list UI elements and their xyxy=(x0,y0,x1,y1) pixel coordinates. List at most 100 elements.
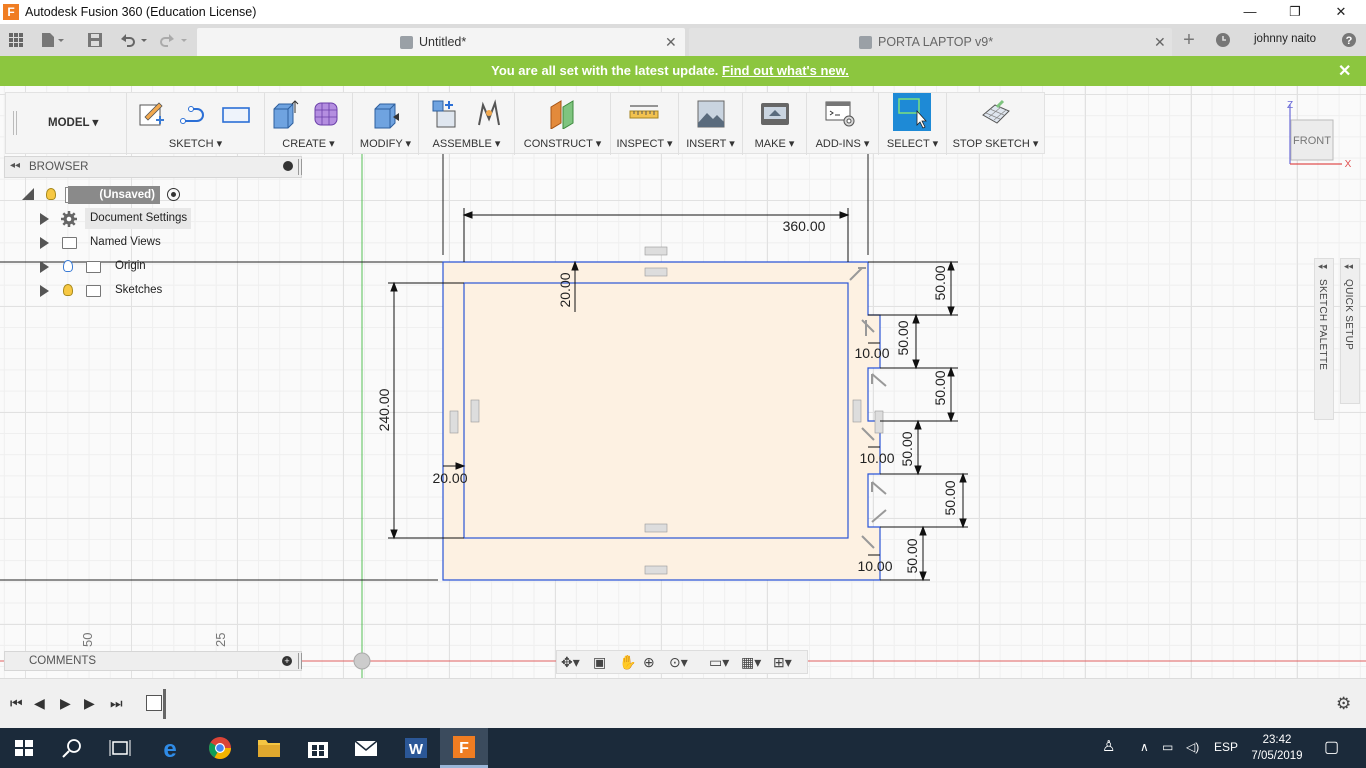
look-at-icon[interactable]: ▣ xyxy=(593,654,606,671)
dim-width-label[interactable]: 360.00 xyxy=(783,218,826,234)
construct-menu[interactable]: CONSTRUCT ▾ xyxy=(515,137,610,150)
tree-root[interactable]: (Unsaved) xyxy=(4,183,302,207)
select-menu[interactable]: SELECT ▾ xyxy=(879,137,946,150)
dimension-right-chain[interactable] xyxy=(868,260,968,582)
workspace-switcher[interactable]: MODEL ▾ xyxy=(48,115,98,129)
sketch-menu[interactable]: SKETCH ▾ xyxy=(127,137,264,150)
toolbar-grip[interactable] xyxy=(13,111,17,135)
comments-panel[interactable]: COMMENTS + xyxy=(4,651,302,671)
expand-arrow-icon[interactable] xyxy=(40,237,49,249)
timeline-settings-icon[interactable]: ⚙ xyxy=(1336,694,1351,714)
select-tool-highlight[interactable] xyxy=(893,93,931,131)
redo-icon[interactable] xyxy=(160,32,192,48)
collapse-browser-icon[interactable]: ◂◂ xyxy=(10,160,20,171)
create-menu[interactable]: CREATE ▾ xyxy=(265,137,352,150)
chrome-icon[interactable] xyxy=(196,728,244,768)
undo-icon[interactable] xyxy=(118,32,150,48)
windows-start-button[interactable] xyxy=(0,728,48,768)
save-icon[interactable] xyxy=(86,32,104,48)
search-icon[interactable] xyxy=(48,728,96,768)
expand-arrow-icon[interactable] xyxy=(40,285,49,297)
close-window-button[interactable]: ✕ xyxy=(1318,0,1364,24)
file-menu-icon[interactable] xyxy=(40,32,64,48)
line-tool-icon[interactable] xyxy=(179,99,209,129)
sketch-feature-icon[interactable] xyxy=(146,695,162,711)
scripts-addins-icon[interactable] xyxy=(825,99,855,129)
file-explorer-icon[interactable] xyxy=(244,728,292,768)
tree-item-named-views[interactable]: Named Views xyxy=(4,231,302,255)
clock[interactable]: 23:42 7/05/2019 xyxy=(1246,732,1308,764)
viewports-icon[interactable]: ⊞▾ xyxy=(773,654,792,671)
pan-icon[interactable]: ✋ xyxy=(619,654,636,671)
go-to-start-icon[interactable]: ⏮ xyxy=(10,695,23,712)
create-sketch-icon[interactable] xyxy=(137,99,167,129)
assemble-menu[interactable]: ASSEMBLE ▾ xyxy=(419,137,514,150)
visibility-bulb-icon[interactable] xyxy=(63,284,73,296)
press-pull-icon[interactable] xyxy=(371,99,401,129)
inspect-menu[interactable]: INSPECT ▾ xyxy=(611,137,678,150)
expand-arrow-icon[interactable] xyxy=(40,213,49,225)
dim-right-f-label[interactable]: 50.00 xyxy=(904,538,920,573)
extrude-icon[interactable] xyxy=(269,99,299,129)
close-banner-icon[interactable]: ✕ xyxy=(1338,61,1351,81)
store-icon[interactable] xyxy=(294,728,342,768)
dim-right-e-label[interactable]: 50.00 xyxy=(942,480,958,515)
close-tab-icon[interactable]: ✕ xyxy=(1154,34,1166,51)
expand-palette-icon[interactable]: ◂◂ xyxy=(1318,261,1327,272)
timeline-marker[interactable] xyxy=(163,689,166,719)
fusion-taskbar-icon[interactable]: F xyxy=(440,728,488,768)
browser-resize-handle[interactable] xyxy=(298,159,302,175)
whats-new-link[interactable]: Find out what's new. xyxy=(722,63,849,78)
restore-button[interactable]: ❐ xyxy=(1272,0,1318,24)
play-icon[interactable]: ▶ xyxy=(60,695,71,712)
dim-right-a-label[interactable]: 50.00 xyxy=(932,265,948,300)
add-comment-icon[interactable]: + xyxy=(282,656,292,666)
comments-resize-handle[interactable] xyxy=(298,653,302,669)
help-icon[interactable]: ? xyxy=(1340,32,1358,48)
task-view-icon[interactable] xyxy=(96,728,144,768)
dim-right-c-label[interactable]: 50.00 xyxy=(932,370,948,405)
close-tab-icon[interactable]: ✕ xyxy=(665,34,677,51)
sketch-palette-panel[interactable]: ◂◂ SKETCH PALETTE xyxy=(1314,258,1334,420)
display-settings-icon[interactable]: ▭▾ xyxy=(709,654,729,671)
zoom-icon[interactable]: ⊕ xyxy=(643,654,655,671)
mail-icon[interactable] xyxy=(342,728,390,768)
inner-rectangle[interactable] xyxy=(463,282,849,539)
dim-tab-b-label[interactable]: 10.00 xyxy=(859,450,894,466)
root-label[interactable]: (Unsaved) xyxy=(68,186,160,204)
fit-icon[interactable]: ⊙▾ xyxy=(669,654,688,671)
modify-menu[interactable]: MODIFY ▾ xyxy=(353,137,418,150)
rectangle-tool-icon[interactable] xyxy=(221,99,251,129)
dim-top-offset-label[interactable]: 20.00 xyxy=(557,272,573,307)
volume-icon[interactable]: ◁) xyxy=(1186,740,1199,754)
minimize-button[interactable]: — xyxy=(1227,0,1273,24)
dim-right-b-label[interactable]: 50.00 xyxy=(895,320,911,355)
job-status-icon[interactable] xyxy=(1214,32,1232,48)
language-indicator[interactable]: ESP xyxy=(1214,740,1238,754)
expanded-arrow-icon[interactable] xyxy=(22,188,34,200)
browser-header[interactable]: ◂◂ BROWSER xyxy=(4,156,302,178)
network-icon[interactable]: ▭ xyxy=(1162,740,1173,754)
quick-setup-panel[interactable]: ◂◂ QUICK SETUP xyxy=(1340,258,1360,404)
app-grid-icon[interactable] xyxy=(7,32,25,48)
form-icon[interactable] xyxy=(311,99,341,129)
grid-settings-icon[interactable]: ▦▾ xyxy=(741,654,761,671)
tab-porta-laptop[interactable]: PORTA LAPTOP v9* ✕ xyxy=(689,28,1172,56)
dim-left-offset-label[interactable]: 20.00 xyxy=(432,470,467,486)
orbit-icon[interactable]: ✥▾ xyxy=(561,654,580,671)
tree-item-origin[interactable]: Origin xyxy=(4,255,302,279)
expand-quick-setup-icon[interactable]: ◂◂ xyxy=(1344,261,1353,272)
expand-arrow-icon[interactable] xyxy=(40,261,49,273)
dim-tab-c-label[interactable]: 10.00 xyxy=(857,558,892,574)
dim-tab-a-label[interactable]: 10.00 xyxy=(854,345,889,361)
insert-menu[interactable]: INSERT ▾ xyxy=(679,137,742,150)
user-account[interactable]: johnny naito xyxy=(1254,33,1316,45)
people-icon[interactable]: ♙ xyxy=(1102,737,1115,755)
3d-print-icon[interactable] xyxy=(760,99,790,129)
visibility-bulb-icon[interactable] xyxy=(46,188,56,200)
tab-untitled[interactable]: Untitled* ✕ xyxy=(197,28,685,56)
new-component-icon[interactable] xyxy=(431,99,461,129)
tree-item-sketches[interactable]: Sketches xyxy=(4,279,302,303)
edge-icon[interactable]: e xyxy=(146,728,194,768)
addins-menu[interactable]: ADD-INS ▾ xyxy=(807,137,878,150)
